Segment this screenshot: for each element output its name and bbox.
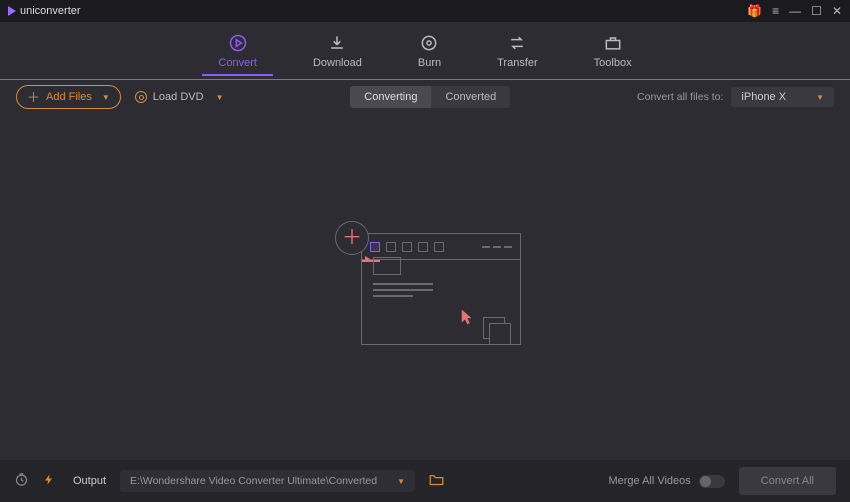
caret-down-icon: ▼	[816, 93, 824, 102]
disc-icon	[135, 91, 147, 103]
tab-transfer-label: Transfer	[497, 57, 538, 69]
title-bar: uniconverter 🎁 ≡ — ☐ ✕	[0, 0, 850, 22]
load-dvd-button[interactable]: Load DVD ▼	[135, 91, 224, 103]
gift-icon[interactable]: 🎁	[747, 5, 762, 17]
gpu-accel-icon[interactable]	[43, 472, 55, 490]
caret-down-icon: ▼	[216, 93, 224, 102]
caret-down-icon: ▼	[102, 93, 110, 102]
app-name: uniconverter	[20, 5, 81, 17]
tab-burn-label: Burn	[418, 57, 441, 69]
sub-toolbar: ＋ Add Files ▼ Load DVD ▼ Converting Conv…	[0, 80, 850, 114]
tab-transfer[interactable]: Transfer	[497, 27, 538, 75]
tab-download[interactable]: Download	[313, 27, 362, 75]
window-controls: 🎁 ≡ — ☐ ✕	[747, 5, 842, 17]
clock-icon[interactable]	[14, 472, 29, 490]
transfer-icon	[507, 33, 527, 53]
output-path-value: E:\Wondershare Video Converter Ultimate\…	[130, 475, 377, 487]
load-dvd-label: Load DVD	[153, 91, 204, 103]
tab-download-label: Download	[313, 57, 362, 69]
tab-convert-label: Convert	[218, 57, 257, 69]
subtab-converted[interactable]: Converted	[431, 86, 510, 108]
close-icon[interactable]: ✕	[832, 5, 842, 17]
merge-videos: Merge All Videos	[608, 475, 724, 488]
plus-icon: ＋	[27, 91, 40, 104]
open-folder-icon[interactable]	[429, 473, 444, 489]
subtabs: Converting Converted	[350, 86, 510, 108]
tab-convert[interactable]: Convert	[218, 27, 257, 75]
convert-all-button[interactable]: Convert All	[739, 467, 836, 495]
add-circle-icon: ＋	[335, 221, 369, 255]
bottom-bar: Output E:\Wondershare Video Converter Ul…	[0, 460, 850, 502]
cursor-icon	[461, 309, 475, 325]
add-files-label: Add Files	[46, 91, 92, 103]
subtab-converting[interactable]: Converting	[350, 86, 431, 108]
format-select-value: iPhone X	[741, 91, 786, 103]
output-label: Output	[73, 475, 106, 487]
format-select[interactable]: iPhone X ▼	[731, 87, 834, 107]
logo-icon	[8, 6, 16, 16]
tab-toolbox[interactable]: Toolbox	[594, 27, 632, 75]
main-tabs: Convert Download Burn Transfer Toolbox	[0, 22, 850, 80]
caret-down-icon: ▼	[397, 477, 405, 486]
app-logo: uniconverter	[8, 5, 81, 17]
maximize-icon[interactable]: ☐	[811, 5, 822, 17]
minimize-icon[interactable]: —	[789, 5, 801, 17]
burn-icon	[419, 33, 439, 53]
convert-all-to: Convert all files to: iPhone X ▼	[637, 87, 834, 107]
merge-toggle[interactable]	[699, 475, 725, 488]
main-area[interactable]: ＋	[0, 114, 850, 460]
merge-label: Merge All Videos	[608, 475, 690, 487]
menu-icon[interactable]: ≡	[772, 5, 779, 17]
download-icon	[327, 33, 347, 53]
convert-all-label: Convert all files to:	[637, 91, 723, 103]
convert-icon	[228, 33, 248, 53]
empty-state-illustration: ＋	[325, 217, 525, 357]
tab-burn[interactable]: Burn	[418, 27, 441, 75]
toolbox-icon	[603, 33, 623, 53]
add-files-button[interactable]: ＋ Add Files ▼	[16, 85, 121, 109]
tab-toolbox-label: Toolbox	[594, 57, 632, 69]
output-path-select[interactable]: E:\Wondershare Video Converter Ultimate\…	[120, 470, 415, 492]
